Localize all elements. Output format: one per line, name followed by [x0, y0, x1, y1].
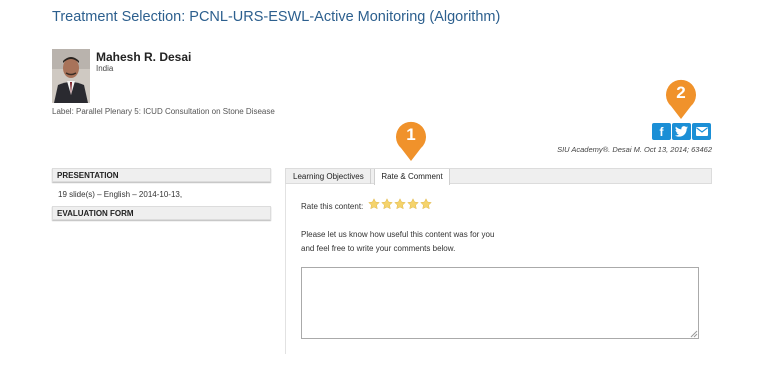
- star-icon[interactable]: [420, 198, 432, 210]
- comment-help-line-1: Please let us know how useful this conte…: [301, 230, 495, 239]
- star-icon[interactable]: [394, 198, 406, 210]
- comment-help-line-2: and feel free to write your comments bel…: [301, 244, 456, 253]
- panel-divider: [285, 184, 286, 354]
- twitter-icon[interactable]: [672, 123, 691, 140]
- comment-textarea[interactable]: [301, 267, 699, 339]
- callout-number: 1: [406, 125, 416, 144]
- callout-badge-1: 1: [395, 121, 427, 161]
- evaluation-form-header[interactable]: EVALUATION FORM: [52, 206, 271, 220]
- facebook-icon[interactable]: f: [652, 123, 671, 140]
- callout-number: 2: [676, 83, 686, 102]
- presentation-info: 19 slide(s) – English – 2014-10-13,: [58, 190, 183, 199]
- share-bar: f: [652, 123, 711, 140]
- email-icon[interactable]: [692, 123, 711, 140]
- presentation-header[interactable]: PRESENTATION: [52, 168, 271, 182]
- star-rating: [368, 198, 432, 210]
- star-icon[interactable]: [368, 198, 380, 210]
- author-country: India: [96, 64, 114, 73]
- author-name[interactable]: Mahesh R. Desai: [96, 50, 191, 64]
- tab-learning-objectives[interactable]: Learning Objectives: [287, 169, 371, 184]
- callout-badge-2: 2: [665, 79, 697, 119]
- star-icon[interactable]: [381, 198, 393, 210]
- resize-grip-icon[interactable]: [690, 330, 698, 338]
- tab-rate-comment[interactable]: Rate & Comment: [374, 169, 450, 185]
- avatar: [52, 49, 90, 103]
- star-icon[interactable]: [407, 198, 419, 210]
- citation: SIU Academy®. Desai M. Oct 13, 2014; 634…: [557, 145, 712, 154]
- rate-label: Rate this content:: [301, 202, 364, 211]
- page-title: Treatment Selection: PCNL-URS-ESWL-Activ…: [52, 9, 501, 25]
- content-label: Label: Parallel Plenary 5: ICUD Consulta…: [52, 107, 275, 116]
